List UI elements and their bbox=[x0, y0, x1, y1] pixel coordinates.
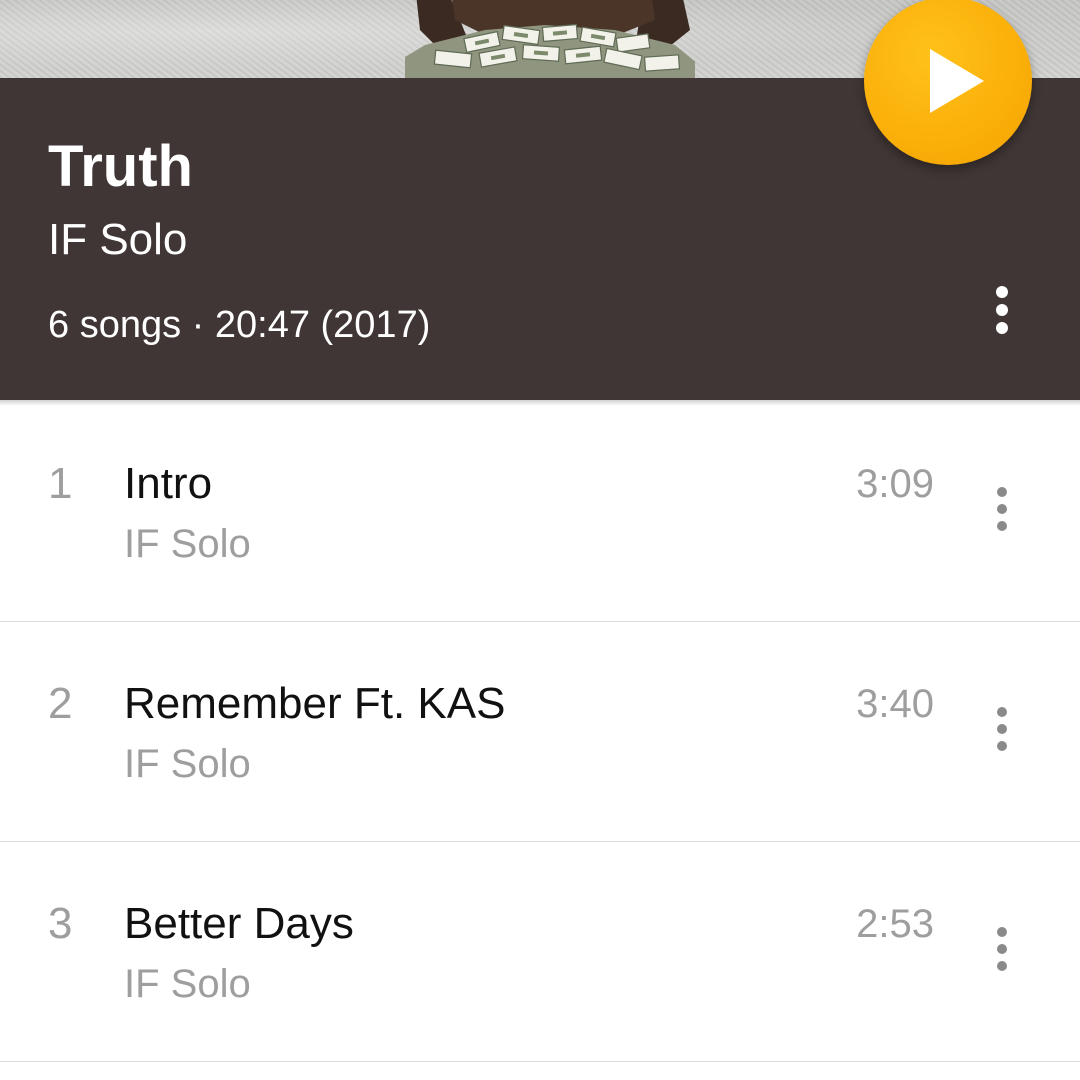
track-duration: 2:53 bbox=[856, 902, 934, 946]
track-row[interactable]: 3 Better Days IF Solo 2:53 bbox=[0, 842, 1080, 1062]
track-more-options-button[interactable] bbox=[980, 484, 1024, 534]
track-more-options-button[interactable] bbox=[980, 924, 1024, 974]
more-vert-icon bbox=[996, 286, 1008, 298]
track-title: Remember Ft. KAS bbox=[124, 679, 506, 728]
more-vert-icon bbox=[997, 927, 1007, 937]
track-number: 2 bbox=[48, 679, 73, 728]
track-duration: 3:09 bbox=[856, 462, 934, 506]
track-artist: IF Solo bbox=[124, 742, 251, 786]
track-row[interactable]: 1 Intro IF Solo 3:09 bbox=[0, 402, 1080, 622]
track-artist: IF Solo bbox=[124, 962, 251, 1006]
more-vert-icon bbox=[997, 707, 1007, 717]
track-number: 1 bbox=[48, 459, 73, 508]
track-list: 1 Intro IF Solo 3:09 2 Remember Ft. KAS … bbox=[0, 402, 1080, 1062]
album-more-options-button[interactable] bbox=[980, 278, 1024, 342]
track-title: Intro bbox=[124, 459, 213, 508]
play-all-button[interactable] bbox=[864, 0, 1032, 165]
album-title: Truth bbox=[48, 134, 193, 199]
play-icon bbox=[930, 49, 984, 113]
track-row[interactable]: 2 Remember Ft. KAS IF Solo 3:40 bbox=[0, 622, 1080, 842]
album-meta: 6 songs · 20:47 (2017) bbox=[48, 304, 431, 346]
track-artist: IF Solo bbox=[124, 522, 251, 566]
track-title: Better Days bbox=[124, 899, 354, 948]
track-duration: 3:40 bbox=[856, 682, 934, 726]
album-screen: Truth IF Solo 6 songs · 20:47 (2017) 1 I… bbox=[0, 0, 1080, 1080]
more-vert-icon bbox=[997, 487, 1007, 497]
album-art-image bbox=[405, 0, 695, 78]
album-artist: IF Solo bbox=[48, 215, 188, 264]
track-number: 3 bbox=[48, 899, 73, 948]
track-more-options-button[interactable] bbox=[980, 704, 1024, 754]
